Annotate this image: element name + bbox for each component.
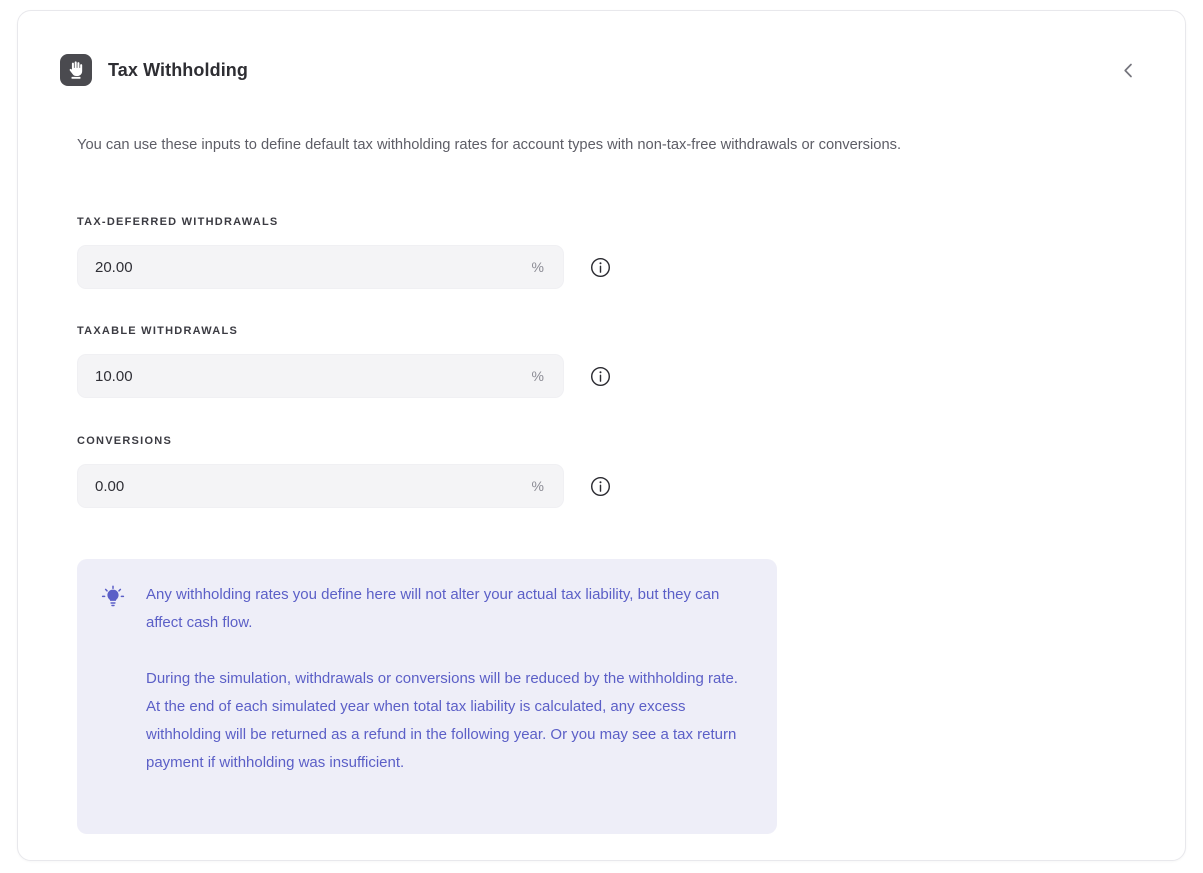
tax-deferred-withdrawals-input-wrap[interactable]: % bbox=[77, 245, 564, 289]
card-header: Tax Withholding bbox=[60, 52, 1143, 88]
tip-callout: Any withholding rates you define here wi… bbox=[77, 559, 777, 834]
conversions-input[interactable] bbox=[78, 465, 508, 507]
page-title: Tax Withholding bbox=[108, 59, 248, 80]
chevron-left-icon[interactable] bbox=[1113, 55, 1143, 85]
field-taxable-withdrawals: TAXABLE WITHDRAWALS % bbox=[77, 324, 611, 398]
info-circle-icon[interactable] bbox=[590, 476, 611, 497]
tax-deferred-withdrawals-input[interactable] bbox=[78, 246, 508, 288]
conversions-input-wrap[interactable]: % bbox=[77, 464, 564, 508]
taxable-withdrawals-input[interactable] bbox=[78, 355, 508, 397]
field-label: TAX-DEFERRED WITHDRAWALS bbox=[77, 216, 279, 228]
field-label: CONVERSIONS bbox=[77, 435, 173, 447]
tip-paragraph-2: During the simulation, withdrawals or co… bbox=[146, 670, 738, 771]
percent-suffix: % bbox=[531, 368, 544, 384]
taxable-withdrawals-input-wrap[interactable]: % bbox=[77, 354, 564, 398]
field-row: % bbox=[77, 245, 611, 289]
hand-palm-icon bbox=[60, 54, 92, 86]
tip-paragraph-1: Any withholding rates you define here wi… bbox=[146, 586, 720, 631]
field-conversions: CONVERSIONS % bbox=[77, 434, 611, 508]
field-tax-deferred-withdrawals: TAX-DEFERRED WITHDRAWALS % bbox=[77, 215, 611, 289]
tip-callout-body: Any withholding rates you define here wi… bbox=[146, 581, 751, 777]
tax-withholding-card: Tax Withholding You can use these inputs… bbox=[17, 10, 1186, 861]
percent-suffix: % bbox=[531, 478, 544, 494]
info-circle-icon[interactable] bbox=[590, 366, 611, 387]
card-description: You can use these inputs to define defau… bbox=[77, 137, 902, 153]
percent-suffix: % bbox=[531, 259, 544, 275]
field-row: % bbox=[77, 464, 611, 508]
field-label: TAXABLE WITHDRAWALS bbox=[77, 325, 239, 337]
field-row: % bbox=[77, 354, 611, 398]
info-circle-icon[interactable] bbox=[590, 257, 611, 278]
lightbulb-icon bbox=[101, 585, 125, 609]
